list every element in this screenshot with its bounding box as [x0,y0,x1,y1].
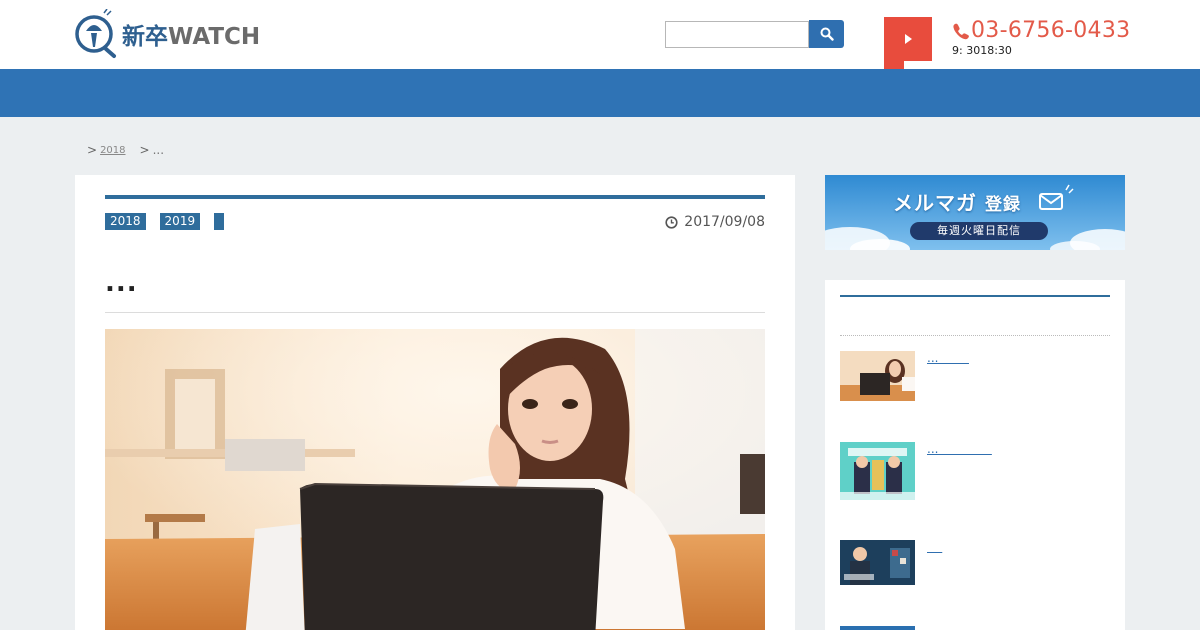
list-item[interactable] [840,626,915,630]
search-icon [820,27,834,41]
phone-number-text: 03-6756-0433 [971,18,1131,43]
newsletter-banner[interactable]: メルマガ 登録 毎週火曜日配信 [825,175,1125,250]
breadcrumb: > 2018 > ... [87,143,164,157]
tag-2018[interactable]: 2018 [105,213,146,230]
article-hero-image [105,329,765,630]
list-item[interactable] [840,540,942,585]
list-item[interactable]: ... [840,442,992,500]
sidebar-item-link[interactable]: ... [927,351,969,401]
post-date-text: 2017/09/08 [684,214,765,230]
breadcrumb-separator: > [87,143,98,157]
article-tags: 2018 2019 [105,213,238,230]
banner-title-main: メルマガ [893,191,977,215]
business-hours: 9: 3018:30 [952,44,1012,57]
site-header: 新卒WATCH 03-6756-0433 9: 3018:30 [0,0,1200,90]
article-card: 2018 2019 2017/09/08 ... [75,175,795,630]
sidebar-article-list: ... ... [825,280,1125,630]
article-thumbnail[interactable] [840,442,915,500]
banner-title-small: 登録 [984,195,1021,215]
search-button[interactable] [809,20,844,48]
phone-icon [953,23,969,39]
breadcrumb-separator: > [139,143,150,157]
article-top-rule [105,195,765,199]
breadcrumb-current: ... [152,143,165,157]
article-thumbnail[interactable] [840,540,915,585]
logo-mark-icon [75,9,116,58]
tag-blank[interactable] [214,213,225,230]
sidebar-dotted-divider [840,335,1110,336]
tag-2019[interactable]: 2019 [159,213,201,230]
article-thumbnail[interactable] [840,626,915,630]
post-date: 2017/09/08 [665,214,765,230]
sidebar-item-link[interactable] [927,540,942,585]
sidebar-item-link[interactable]: ... [927,442,992,500]
logo-text-jp: 新卒 [122,24,168,50]
article-thumbnail[interactable] [840,351,915,401]
breadcrumb-year-link[interactable]: 2018 [100,145,125,156]
logo-text-en: WATCH [168,24,261,50]
search-input[interactable] [665,21,809,48]
sidebar-top-rule [840,295,1110,297]
article-title: ... [105,268,138,298]
global-nav-bar [0,69,1200,117]
clock-icon [665,215,678,229]
title-divider [105,312,765,313]
banner-subtitle: 毎週火曜日配信 [910,222,1048,240]
site-logo[interactable]: 新卒WATCH [74,9,260,59]
phone-contact[interactable]: 03-6756-0433 9: 3018:30 [952,18,1130,57]
list-item[interactable]: ... [840,351,969,401]
